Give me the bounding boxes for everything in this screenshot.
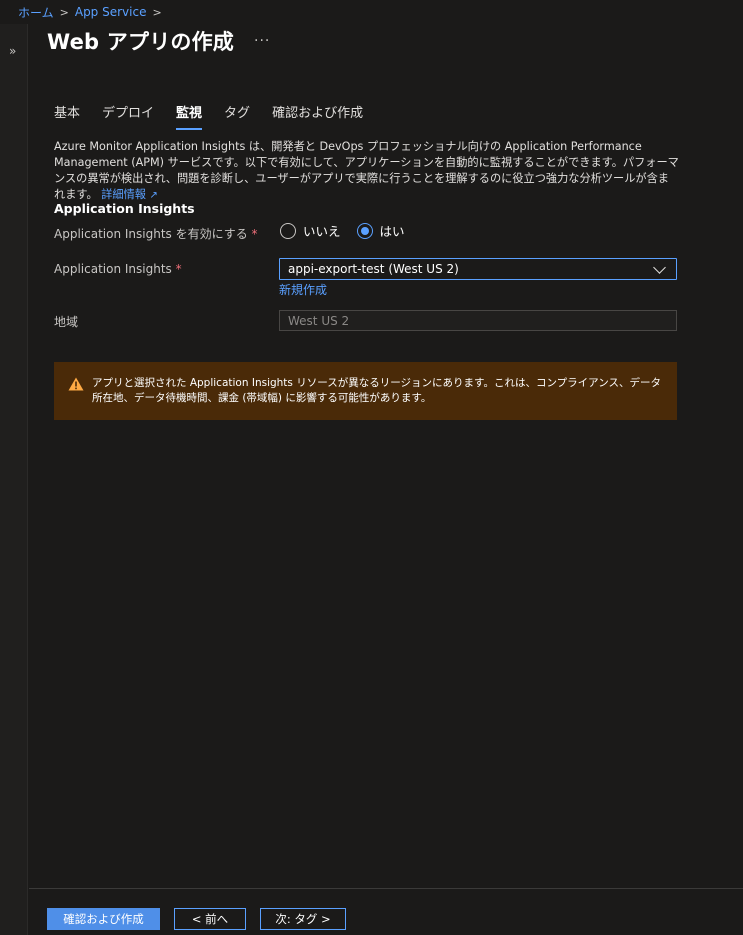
tab-deployment[interactable]: デプロイ [102, 102, 154, 127]
app-window: ホーム > App Service > » Web アプリの作成 ··· 基本 … [0, 0, 743, 935]
breadcrumb-separator: > [59, 5, 69, 19]
insights-resource-dropdown[interactable]: appi-export-test (West US 2) [279, 258, 677, 280]
footer-bar: 確認および作成 < 前へ 次: タグ > [29, 888, 743, 935]
enable-insights-radio-group: いいえ はい [280, 221, 413, 240]
radio-no-circle[interactable] [280, 222, 296, 239]
breadcrumb-separator: > [152, 5, 162, 19]
section-title: Application Insights [54, 201, 195, 216]
radio-yes-circle[interactable] [356, 222, 373, 239]
region-input [279, 310, 677, 331]
learn-more-link[interactable]: 詳細情報 [101, 188, 146, 201]
enable-insights-label-text: Application Insights を有効にする [54, 227, 248, 241]
more-options-icon[interactable]: ··· [254, 33, 270, 49]
enable-insights-label: Application Insights を有効にする * [54, 225, 258, 242]
insights-resource-label-text: Application Insights [54, 262, 172, 276]
tab-basics[interactable]: 基本 [54, 102, 80, 127]
description: Azure Monitor Application Insights は、開発者… [54, 139, 679, 204]
left-rail: » [0, 24, 28, 935]
radio-yes-label: はい [379, 224, 405, 239]
warning-text: アプリと選択された Application Insights リソースが異なるリ… [92, 377, 661, 404]
tab-bar: 基本 デプロイ 監視 タグ 確認および作成 [54, 102, 385, 130]
create-new-link[interactable]: 新規作成 [279, 281, 327, 298]
tab-monitoring[interactable]: 監視 [176, 102, 203, 130]
required-mark: * [251, 227, 258, 241]
region-warning-banner: アプリと選択された Application Insights リソースが異なるリ… [54, 362, 677, 420]
radio-yes[interactable]: はい [356, 221, 405, 240]
title-row: Web アプリの作成 ··· [47, 26, 270, 56]
region-label: 地域 [54, 315, 79, 329]
warning-icon [68, 377, 84, 391]
tab-tags[interactable]: タグ [224, 102, 250, 127]
previous-button[interactable]: < 前へ [174, 908, 246, 930]
description-text: Azure Monitor Application Insights は、開発者… [54, 140, 679, 201]
breadcrumb-app-service-link[interactable]: App Service [75, 5, 147, 19]
tab-review-create[interactable]: 確認および作成 [272, 102, 363, 127]
next-tags-button[interactable]: 次: タグ > [260, 908, 346, 930]
radio-no[interactable]: いいえ [280, 221, 341, 240]
chevron-down-icon [653, 260, 666, 274]
required-mark: * [175, 262, 182, 276]
insights-resource-value: appi-export-test (West US 2) [288, 262, 459, 276]
radio-no-label: いいえ [303, 224, 341, 239]
insights-resource-label: Application Insights * [54, 262, 182, 276]
page-title: Web アプリの作成 [47, 30, 235, 54]
external-link-icon: ↗ [149, 190, 158, 201]
expand-icon[interactable]: » [9, 44, 16, 58]
review-create-button[interactable]: 確認および作成 [47, 908, 160, 930]
breadcrumb: ホーム > App Service > [0, 0, 162, 24]
breadcrumb-home-link[interactable]: ホーム [18, 4, 54, 21]
